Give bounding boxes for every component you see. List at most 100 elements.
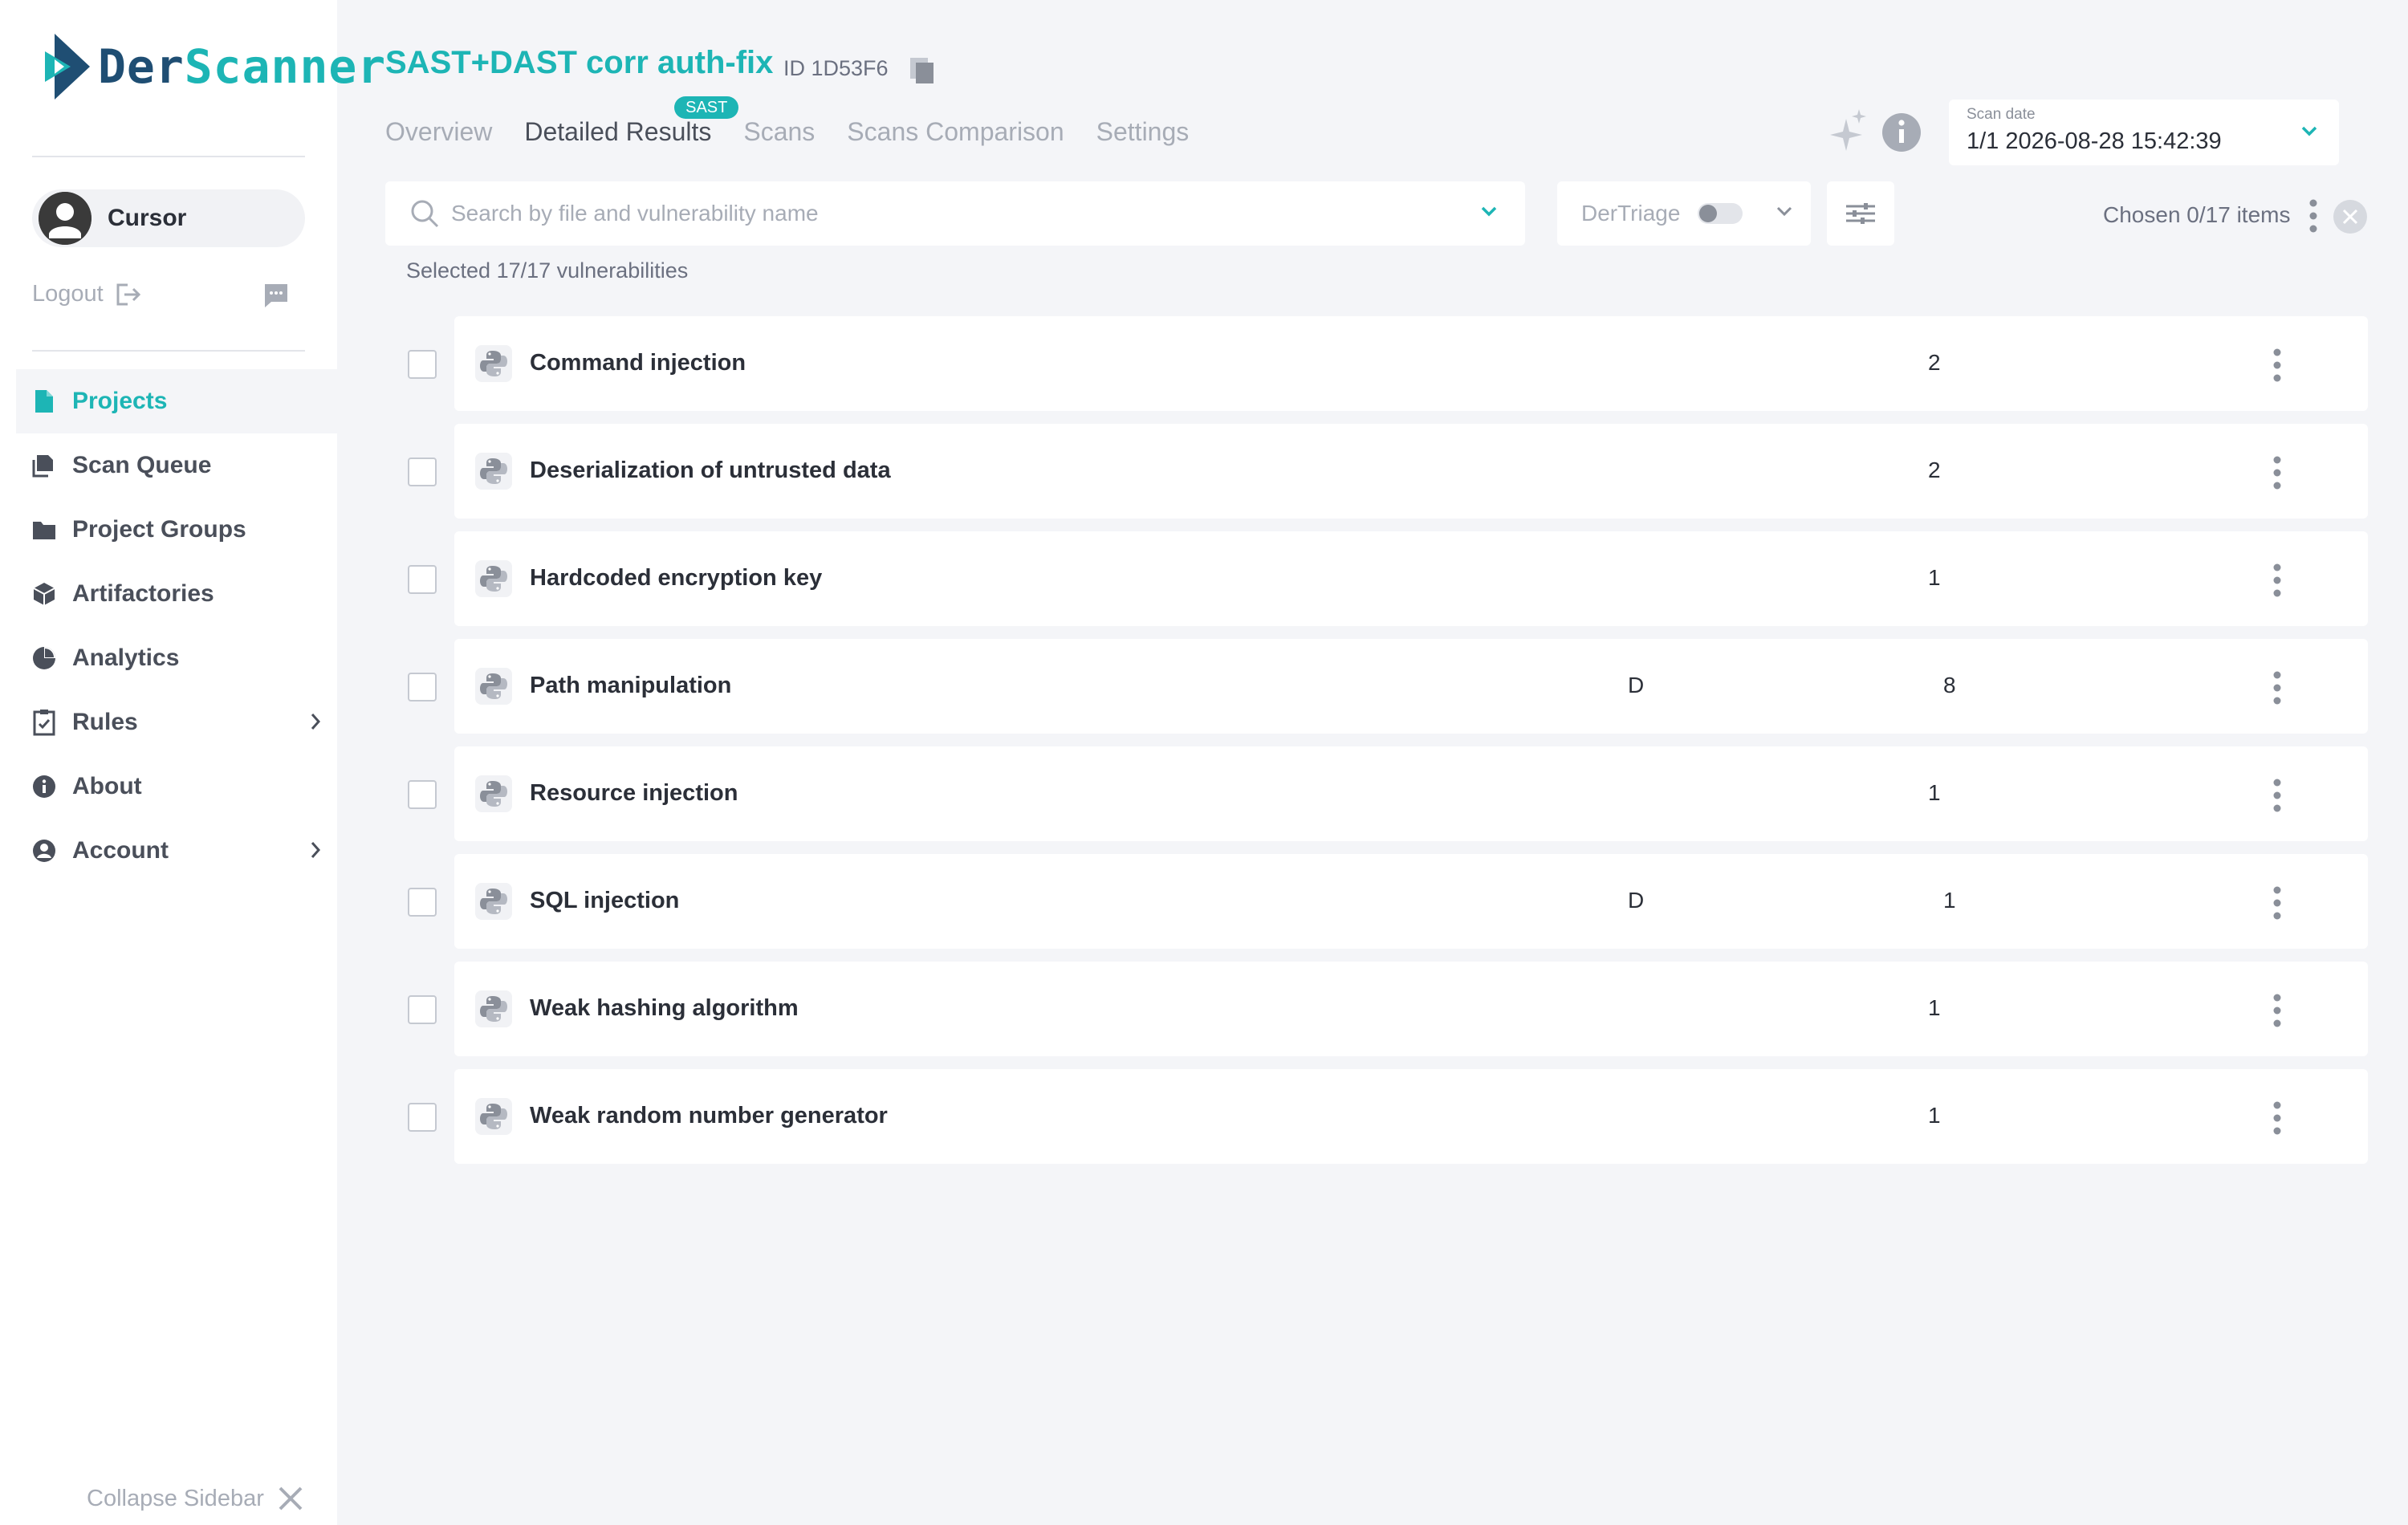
more-vertical-icon[interactable] [2272, 347, 2282, 384]
vulnerability-flag: D [1628, 888, 1645, 913]
info-icon[interactable] [1881, 112, 1922, 152]
row-checkbox[interactable] [408, 458, 437, 486]
copy-icon[interactable] [909, 56, 936, 85]
python-icon [475, 560, 512, 597]
chat-icon[interactable] [262, 281, 291, 310]
vulnerability-name: Weak random number generator [530, 1103, 888, 1128]
dertriage-toggle[interactable] [1698, 203, 1743, 224]
collapse-sidebar-label: Collapse Sidebar [87, 1485, 264, 1511]
vulnerability-count: 2 [1928, 458, 1941, 482]
python-icon [475, 345, 512, 382]
row-checkbox[interactable] [408, 780, 437, 809]
python-icon [475, 775, 512, 812]
more-vertical-icon[interactable] [2272, 777, 2282, 814]
vulnerability-name: Deserialization of untrusted data [530, 458, 891, 483]
row-checkbox[interactable] [408, 1103, 437, 1132]
more-vertical-icon[interactable] [2308, 197, 2318, 234]
python-icon [475, 668, 512, 705]
more-vertical-icon[interactable] [2272, 1100, 2282, 1137]
list-item: Command injection 2 [0, 316, 2408, 411]
selected-vulnerabilities-count: Selected 17/17 vulnerabilities [406, 258, 689, 283]
vulnerability-count: 8 [1943, 673, 1956, 697]
collapse-sidebar-button[interactable]: Collapse Sidebar [87, 1485, 304, 1512]
row-checkbox[interactable] [408, 565, 437, 594]
row-checkbox[interactable] [408, 888, 437, 917]
logout-label: Logout [32, 281, 104, 307]
more-vertical-icon[interactable] [2272, 992, 2282, 1029]
tab-overview[interactable]: Overview [385, 117, 492, 147]
more-vertical-icon[interactable] [2272, 669, 2282, 706]
more-vertical-icon[interactable] [2272, 454, 2282, 491]
vulnerability-name: Weak hashing algorithm [530, 995, 799, 1021]
vulnerability-count: 1 [1928, 780, 1941, 805]
user-avatar-icon [39, 192, 92, 245]
vulnerability-card[interactable]: Hardcoded encryption key 1 [454, 531, 2368, 626]
python-icon [475, 1098, 512, 1135]
tab-label: Settings [1096, 117, 1190, 146]
scan-date-label: Scan date [1967, 106, 2036, 123]
vulnerability-card[interactable]: Resource injection 1 [454, 746, 2368, 841]
tab-label: Scans [743, 117, 816, 146]
chosen-items-count: Chosen 0/17 items [2103, 202, 2291, 227]
project-id: ID 1D53F6 [783, 56, 889, 80]
vulnerability-name: Resource injection [530, 780, 738, 806]
vulnerability-card[interactable]: Weak random number generator 1 [454, 1069, 2368, 1164]
list-item: Weak random number generator 1 [0, 1069, 2408, 1164]
python-icon [475, 990, 512, 1027]
tab-label: Overview [385, 117, 493, 146]
vulnerability-card[interactable]: Command injection 2 [454, 316, 2368, 411]
list-item: Resource injection 1 [0, 746, 2408, 841]
dertriage-select[interactable]: DerTriage [1557, 181, 1811, 246]
row-checkbox[interactable] [408, 995, 437, 1024]
vulnerability-card[interactable]: Weak hashing algorithm 1 [454, 962, 2368, 1056]
chevron-down-icon [1776, 206, 1792, 217]
ai-sparkle-icon[interactable] [1828, 108, 1869, 152]
list-item: SQL injection D 1 [0, 854, 2408, 949]
filter-settings-button[interactable] [1827, 181, 1894, 246]
vulnerability-count: 1 [1943, 888, 1956, 913]
vulnerability-card[interactable]: SQL injection D 1 [454, 854, 2368, 949]
tab-detailed-results[interactable]: Detailed Results SAST [524, 96, 739, 147]
vulnerability-name: Hardcoded encryption key [530, 565, 823, 591]
tab-bar: Overview Detailed Results SAST Scans Sca… [385, 96, 1221, 147]
sast-badge: SAST [674, 96, 739, 119]
logo-mark-icon [45, 34, 90, 100]
chevron-down-icon [2301, 126, 2317, 136]
tab-settings[interactable]: Settings [1096, 117, 1190, 147]
list-item: Weak hashing algorithm 1 [0, 962, 2408, 1056]
scan-date-select[interactable]: Scan date 1/1 2026-08-28 15:42:39 [1949, 100, 2339, 165]
user-menu[interactable]: Cursor [32, 189, 305, 247]
list-item: Deserialization of untrusted data 2 [0, 424, 2408, 518]
more-vertical-icon[interactable] [2272, 885, 2282, 921]
list-item: Path manipulation D 8 [0, 639, 2408, 734]
sidebar-divider [32, 156, 305, 157]
row-checkbox[interactable] [408, 673, 437, 702]
more-vertical-icon[interactable] [2272, 562, 2282, 599]
tab-scans[interactable]: Scans [743, 117, 815, 147]
vulnerability-name: Path manipulation [530, 673, 732, 698]
row-checkbox[interactable] [408, 350, 437, 379]
derscanner-logo[interactable]: DerScanner [43, 31, 386, 103]
python-icon [475, 883, 512, 920]
scan-date-value: 1/1 2026-08-28 15:42:39 [1967, 128, 2222, 154]
vulnerability-flag: D [1628, 673, 1645, 697]
chevron-down-icon[interactable] [1480, 205, 1498, 217]
vulnerability-count: 1 [1928, 1103, 1941, 1128]
tab-label: Detailed Results [524, 117, 712, 146]
vulnerability-count: 1 [1928, 995, 1941, 1020]
vulnerability-count: 1 [1928, 565, 1941, 590]
vulnerability-name: SQL injection [530, 888, 680, 913]
search-box[interactable] [385, 181, 1525, 246]
close-icon [279, 1486, 303, 1511]
dertriage-label: DerTriage [1581, 201, 1681, 226]
python-icon [475, 453, 512, 490]
logo-text-scanner: Scanner [184, 39, 387, 94]
vulnerability-count: 2 [1928, 350, 1941, 375]
search-input[interactable] [451, 201, 1430, 226]
tab-scans-comparison[interactable]: Scans Comparison [847, 117, 1064, 147]
vulnerability-card[interactable]: Deserialization of untrusted data 2 [454, 424, 2368, 518]
vulnerability-card[interactable]: Path manipulation D 8 [454, 639, 2368, 734]
sliders-icon [1846, 203, 1875, 224]
logout-button[interactable]: Logout [32, 281, 142, 307]
clear-selection-icon[interactable] [2333, 199, 2368, 234]
